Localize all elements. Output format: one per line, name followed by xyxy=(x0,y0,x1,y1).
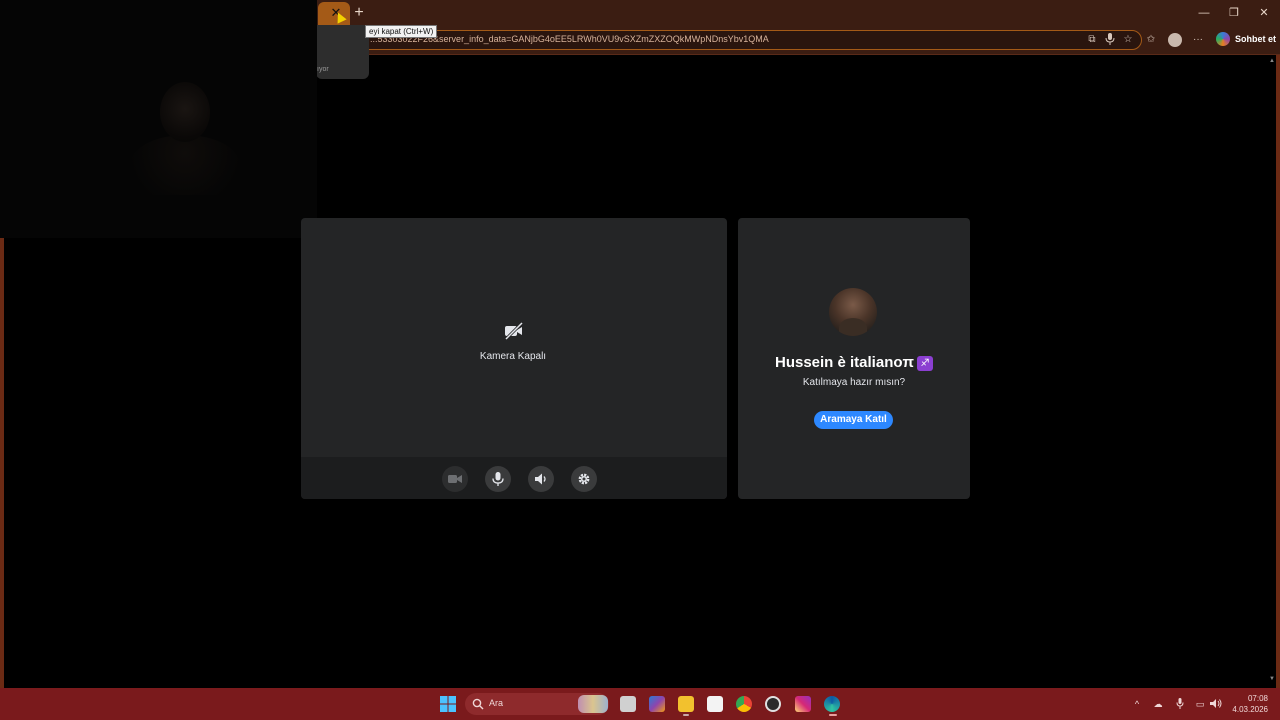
copilot-button[interactable]: Sohbet et xyxy=(1214,31,1278,49)
sagittarius-emoji-icon: ♐ xyxy=(917,356,934,371)
favorite-star-icon[interactable]: ☆ xyxy=(1120,33,1136,47)
caller-name-text: Hussein è italianoπ xyxy=(774,354,915,371)
ready-to-join-text: Katılmaya hazır mısın? xyxy=(802,377,906,388)
clock-date[interactable]: 4.03.2026 xyxy=(1226,705,1268,714)
copilot-label: Sohbet et xyxy=(1235,34,1277,44)
copilot-app-icon[interactable] xyxy=(649,696,665,712)
instagram-icon[interactable] xyxy=(795,696,811,712)
edge-running-indicator xyxy=(829,714,837,716)
video-icon xyxy=(448,475,462,483)
gear-icon xyxy=(578,473,590,485)
microphone-icon xyxy=(492,472,504,486)
caller-name: Hussein è italianoπ ♐ xyxy=(738,354,970,371)
search-icon xyxy=(472,697,484,710)
join-call-button[interactable]: Aramaya Katıl xyxy=(814,411,893,429)
self-camera-silhouette-head xyxy=(160,82,210,142)
task-view-icon[interactable] xyxy=(620,696,636,712)
caller-avatar xyxy=(829,288,877,336)
microphone-tray-icon[interactable] xyxy=(1174,698,1186,710)
open-in-app-icon[interactable]: ⧉ xyxy=(1084,33,1100,47)
maximize-icon[interactable]: ❐ xyxy=(1224,4,1244,22)
edge-icon[interactable] xyxy=(824,696,840,712)
display-icon[interactable]: ▭ xyxy=(1194,698,1206,710)
settings-button[interactable] xyxy=(571,466,597,492)
show-hidden-icons-icon[interactable]: ^ xyxy=(1131,698,1143,710)
file-explorer-icon[interactable] xyxy=(678,696,694,712)
page-scrollbar[interactable] xyxy=(1268,56,1276,684)
file-explorer-running-indicator xyxy=(683,714,689,716)
camera-off-icon xyxy=(504,321,524,341)
chrome-icon[interactable] xyxy=(736,696,752,712)
profile-avatar[interactable] xyxy=(1168,33,1182,47)
scroll-up-icon[interactable]: ▲ xyxy=(1269,58,1275,64)
search-highlight-image xyxy=(578,695,608,713)
github-icon[interactable] xyxy=(765,696,781,712)
self-camera-silhouette-body xyxy=(130,135,240,195)
close-window-icon[interactable]: ✕ xyxy=(1254,4,1274,22)
volume-icon[interactable] xyxy=(1210,698,1222,710)
new-tab-icon[interactable]: + xyxy=(350,4,368,22)
microsoft-store-icon[interactable] xyxy=(707,696,723,712)
microphone-toggle-button[interactable] xyxy=(485,466,511,492)
taskbar-search-placeholder: Ara xyxy=(489,698,504,708)
onedrive-icon[interactable]: ☁ xyxy=(1152,698,1164,710)
speaker-toggle-button[interactable] xyxy=(528,466,554,492)
tab-preview-text: ıyor xyxy=(317,66,329,73)
speaker-icon xyxy=(535,473,546,485)
self-camera-preview xyxy=(0,0,317,238)
copilot-icon xyxy=(1216,32,1230,46)
windows-start-icon[interactable] xyxy=(440,696,456,712)
read-aloud-icon[interactable] xyxy=(1102,33,1118,47)
call-controls-bar xyxy=(301,457,727,499)
close-tab-tooltip: eyi kapat (Ctrl+W) xyxy=(365,25,437,38)
clock-time[interactable]: 07:08 xyxy=(1240,694,1268,703)
scroll-down-icon[interactable]: ▼ xyxy=(1269,676,1275,682)
camera-toggle-button[interactable] xyxy=(442,466,468,492)
favorites-icon[interactable]: ✩ xyxy=(1143,33,1159,47)
camera-off-label: Kamera Kapalı xyxy=(479,351,547,362)
minimize-icon[interactable]: — xyxy=(1194,4,1214,22)
windows-taskbar xyxy=(0,688,1280,720)
window-border-right xyxy=(1276,0,1280,688)
more-menu-icon[interactable]: ··· xyxy=(1190,33,1206,47)
